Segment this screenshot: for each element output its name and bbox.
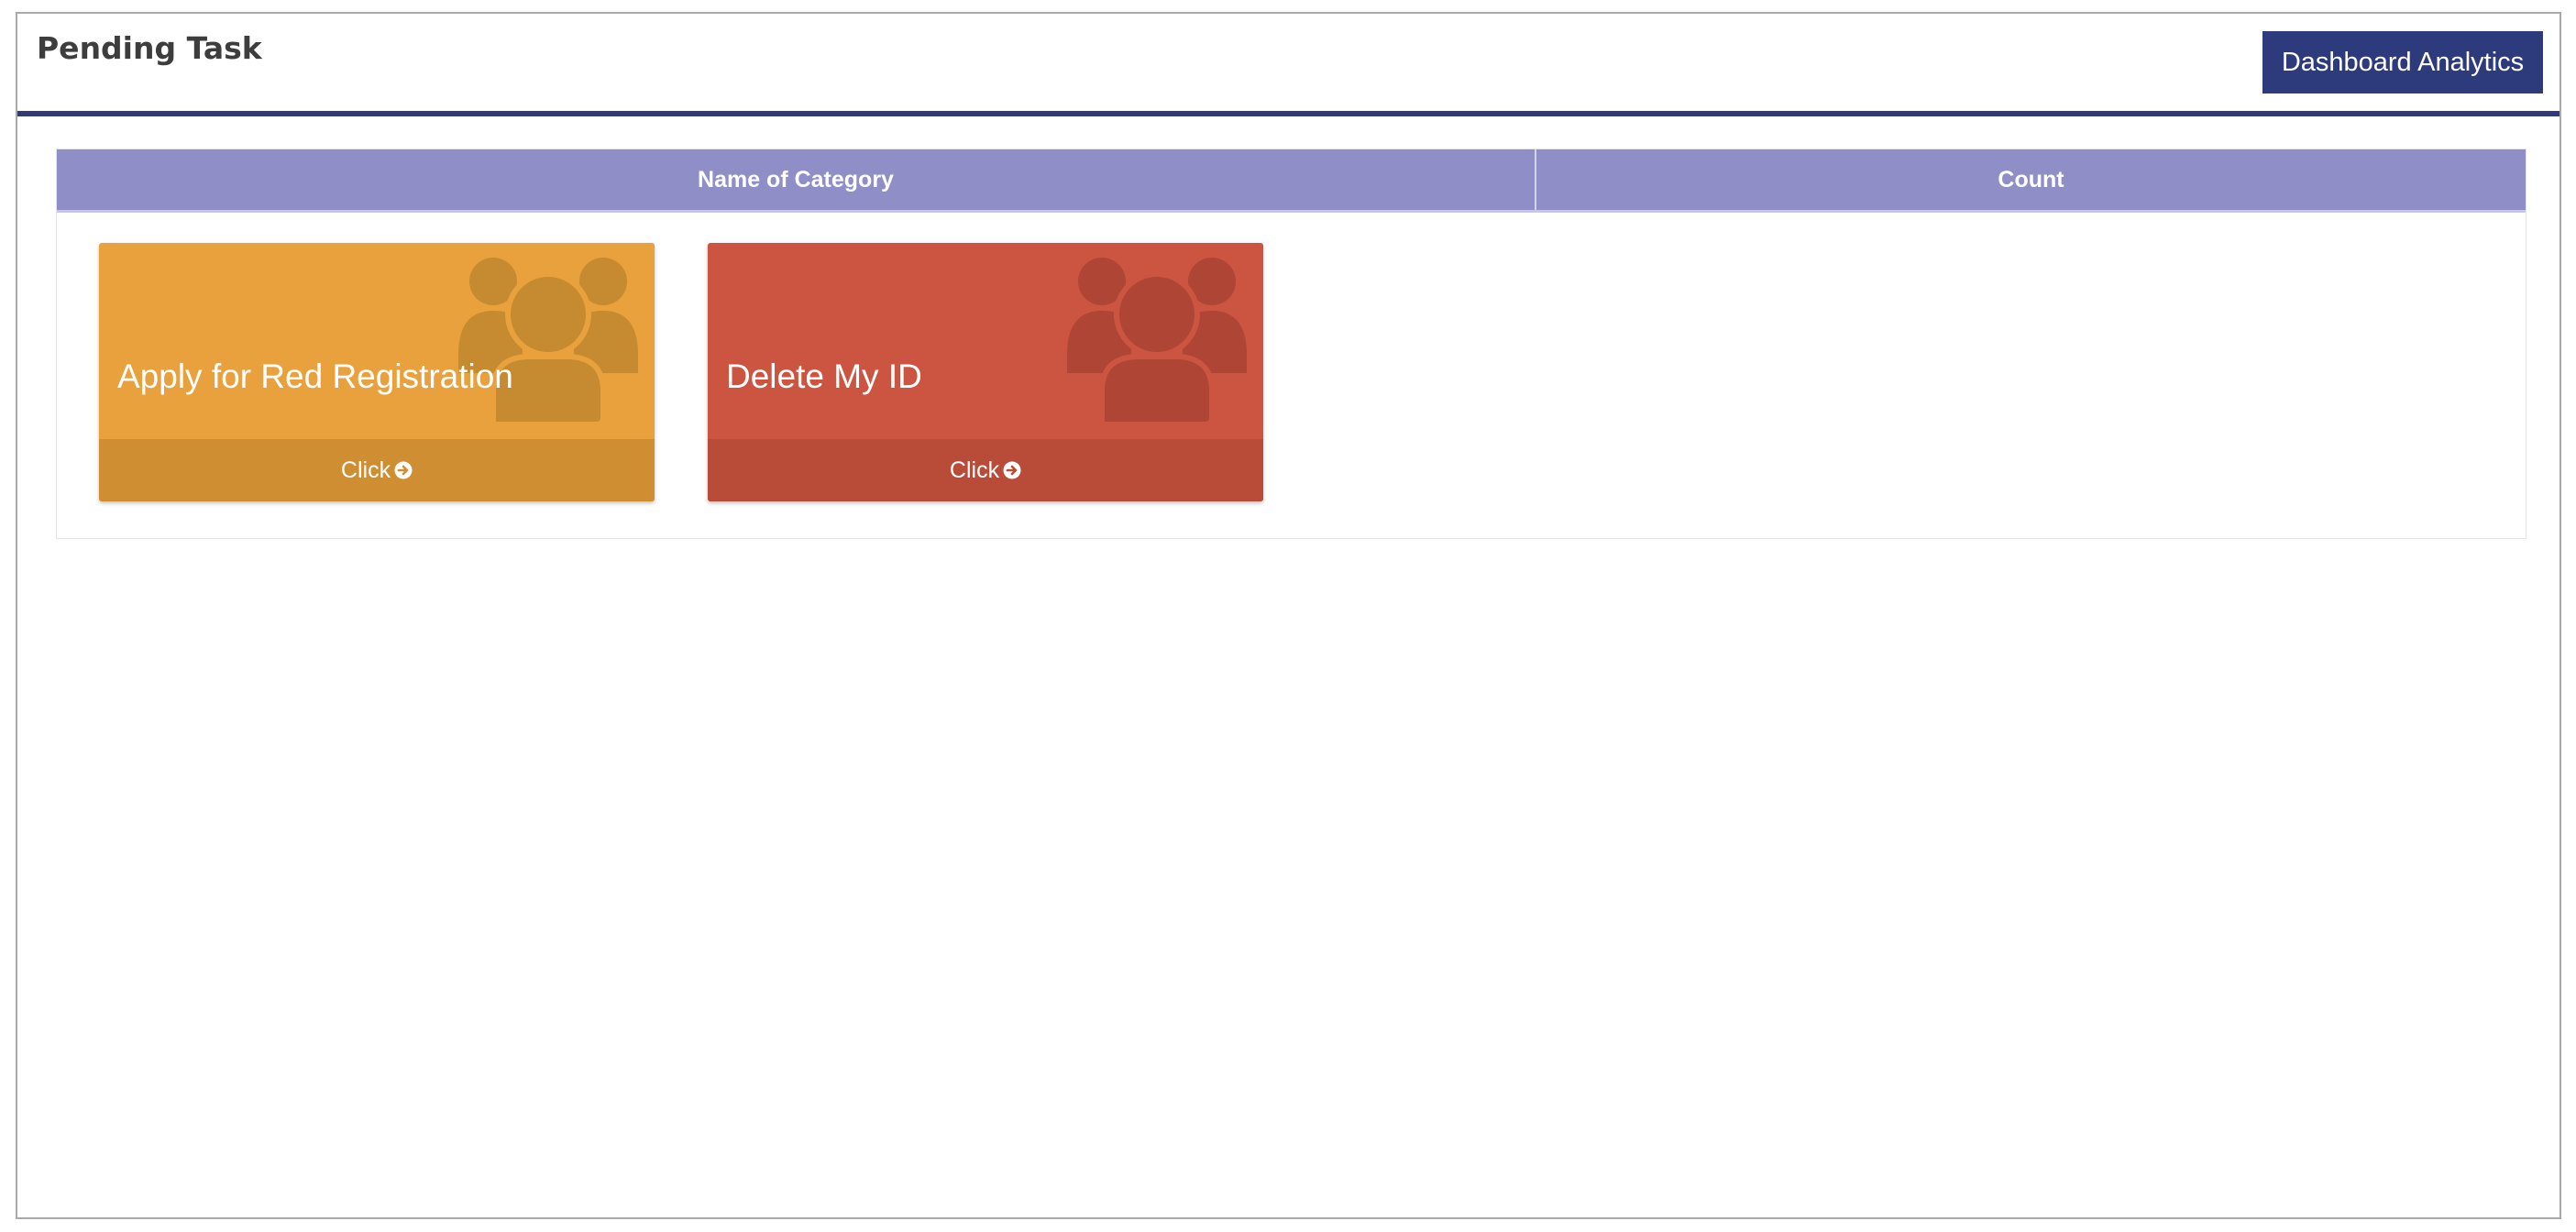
page-title: Pending Task bbox=[37, 30, 262, 66]
circle-arrow-right-icon bbox=[1003, 461, 1021, 479]
card-title: Delete My ID bbox=[726, 358, 922, 395]
click-label: Click bbox=[340, 456, 391, 483]
table-header-row: Name of Category Count bbox=[57, 149, 2526, 213]
click-label: Click bbox=[949, 456, 1000, 483]
category-card-delete-my-id[interactable]: Delete My ID Click bbox=[708, 243, 1263, 501]
column-header-name[interactable]: Name of Category bbox=[57, 149, 1536, 210]
dashboard-analytics-button[interactable]: Dashboard Analytics bbox=[2262, 31, 2543, 94]
pending-task-panel: Pending Task Dashboard Analytics Name of… bbox=[16, 12, 2561, 1219]
column-header-count[interactable]: Count bbox=[1536, 149, 2526, 210]
circle-arrow-right-icon bbox=[394, 461, 413, 479]
header-divider bbox=[17, 111, 2559, 116]
card-title: Apply for Red Registration bbox=[117, 358, 513, 395]
users-icon bbox=[1067, 258, 1247, 424]
card-click-link[interactable]: Click bbox=[708, 439, 1263, 501]
card-body: Delete My ID bbox=[708, 243, 1263, 439]
card-body: Apply for Red Registration bbox=[99, 243, 655, 439]
category-table: Name of Category Count Apply for Red Reg… bbox=[56, 148, 2526, 539]
card-click-link[interactable]: Click bbox=[99, 439, 655, 501]
users-icon bbox=[458, 258, 638, 424]
category-card-red-registration[interactable]: Apply for Red Registration Click bbox=[99, 243, 655, 501]
